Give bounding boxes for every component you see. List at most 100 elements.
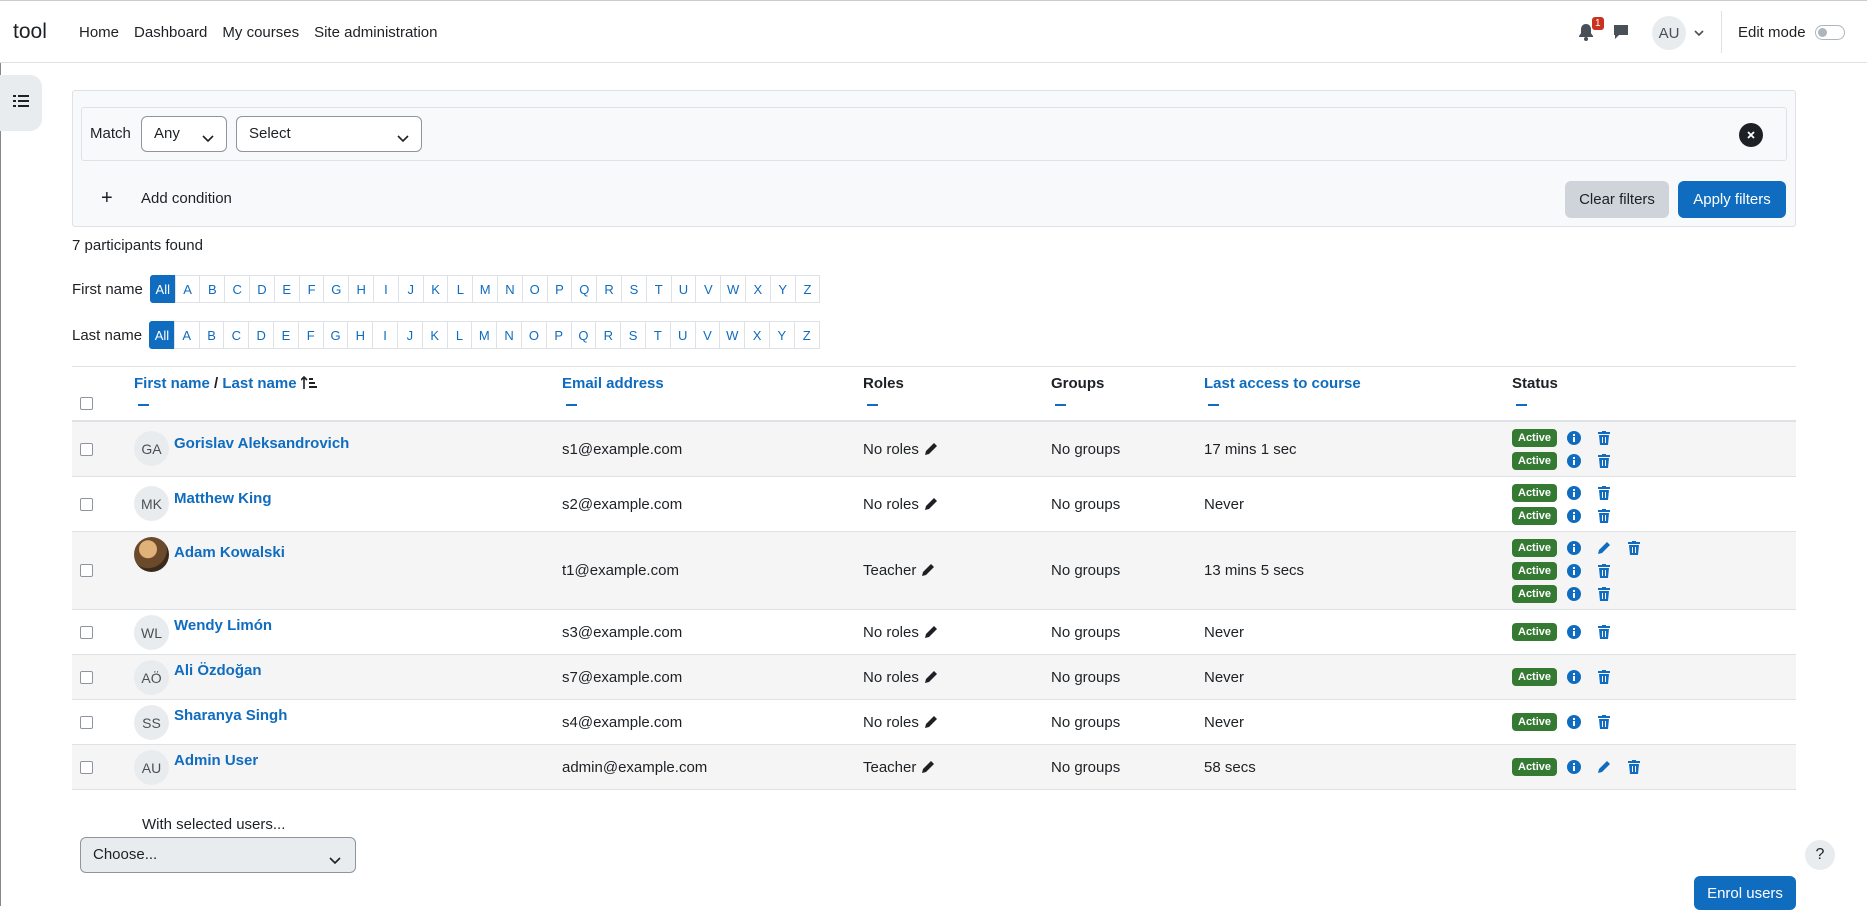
edit-roles-pencil-icon[interactable] [921,760,935,774]
last-name-initial-p[interactable]: P [545,321,572,349]
user-name-link[interactable]: Ali Özdoğan [174,662,262,679]
match-select[interactable]: Any [141,116,227,152]
unenrol-trash-icon[interactable] [1597,586,1611,601]
sort-first-name-link[interactable]: First name [134,375,210,392]
unenrol-trash-icon[interactable] [1597,508,1611,523]
row-select-checkbox[interactable] [80,442,93,456]
info-icon[interactable] [1567,508,1582,523]
first-name-initial-all[interactable]: All [149,275,176,303]
nav-site-administration[interactable]: Site administration [314,24,437,41]
first-name-initial-p[interactable]: P [546,275,573,303]
last-name-initial-k[interactable]: K [421,321,448,349]
help-button[interactable]: ? [1805,840,1835,870]
first-name-initial-z[interactable]: Z [794,275,821,303]
row-select-checkbox[interactable] [80,564,93,577]
chevron-down-icon[interactable] [1693,26,1705,38]
last-name-initial-f[interactable]: F [297,321,324,349]
edit-roles-pencil-icon[interactable] [924,442,938,456]
first-name-initial-y[interactable]: Y [769,275,796,303]
unenrol-trash-icon[interactable] [1597,670,1611,684]
first-name-initial-c[interactable]: C [224,275,251,303]
last-name-initial-x[interactable]: X [744,321,770,349]
course-index-toggle[interactable] [0,75,42,131]
unenrol-trash-icon[interactable] [1597,715,1611,729]
last-name-initial-all[interactable]: All [149,321,175,349]
first-name-initial-l[interactable]: L [447,275,474,303]
last-name-initial-d[interactable]: D [248,321,275,349]
user-name-link[interactable]: Sharanya Singh [174,707,287,724]
last-name-initial-i[interactable]: I [372,321,399,349]
last-name-initial-m[interactable]: M [471,321,498,349]
last-name-initial-o[interactable]: O [521,321,547,349]
unenrol-trash-icon[interactable] [1597,625,1611,639]
last-name-initial-q[interactable]: Q [570,321,597,349]
user-name-link[interactable]: Adam Kowalski [174,544,285,561]
row-select-checkbox[interactable] [80,625,93,639]
user-name-link[interactable]: Admin User [174,752,258,769]
user-name-link[interactable]: Matthew King [174,490,272,507]
info-icon[interactable] [1567,563,1582,578]
last-name-initial-g[interactable]: G [322,321,349,349]
last-name-initial-z[interactable]: Z [793,321,820,349]
unenrol-trash-icon[interactable] [1627,540,1641,555]
bulk-action-select[interactable]: Choose... [80,837,356,873]
first-name-initial-d[interactable]: D [249,275,275,303]
collapse-roles-column-icon[interactable] [867,404,878,406]
collapse-name-column-icon[interactable] [138,404,149,406]
first-name-initial-e[interactable]: E [273,275,300,303]
info-icon[interactable] [1567,540,1582,555]
info-icon[interactable] [1567,430,1582,445]
edit-enrolment-pencil-icon[interactable] [1597,760,1611,774]
first-name-initial-a[interactable]: A [174,275,201,303]
last-name-initial-s[interactable]: S [620,321,646,349]
info-icon[interactable] [1567,715,1582,729]
last-name-initial-u[interactable]: U [669,321,696,349]
unenrol-trash-icon[interactable] [1597,430,1611,445]
first-name-initial-q[interactable]: Q [571,275,598,303]
last-name-initial-b[interactable]: B [198,321,225,349]
plus-icon[interactable]: + [101,187,113,210]
info-icon[interactable] [1567,625,1582,639]
collapse-groups-column-icon[interactable] [1055,404,1066,406]
user-menu-avatar[interactable]: AU [1652,16,1686,50]
last-name-initial-l[interactable]: L [446,321,473,349]
edit-roles-pencil-icon[interactable] [921,563,935,577]
row-select-checkbox[interactable] [80,760,93,774]
first-name-initial-j[interactable]: J [397,275,424,303]
edit-roles-pencil-icon[interactable] [924,670,938,684]
unenrol-trash-icon[interactable] [1627,760,1641,774]
user-name-link[interactable]: Wendy Limón [174,617,272,634]
last-access-column-header[interactable]: Last access to course [1204,375,1361,392]
edit-enrolment-pencil-icon[interactable] [1597,541,1611,555]
row-select-checkbox[interactable] [80,497,93,511]
unenrol-trash-icon[interactable] [1597,563,1611,578]
site-brand[interactable]: tool [13,20,47,44]
last-name-initial-a[interactable]: A [173,321,200,349]
first-name-initial-f[interactable]: F [298,275,325,303]
edit-roles-pencil-icon[interactable] [924,715,938,729]
add-condition-button[interactable]: Add condition [141,190,232,207]
last-name-initial-r[interactable]: R [595,321,622,349]
first-name-initial-m[interactable]: M [472,275,499,303]
filter-type-select[interactable]: Select [236,116,422,152]
edit-roles-pencil-icon[interactable] [924,497,938,511]
info-icon[interactable] [1567,453,1582,468]
last-name-initial-w[interactable]: W [719,321,746,349]
first-name-initial-h[interactable]: H [348,275,375,303]
first-name-initial-v[interactable]: V [695,275,722,303]
first-name-initial-g[interactable]: G [323,275,350,303]
unenrol-trash-icon[interactable] [1597,485,1611,500]
info-icon[interactable] [1567,670,1582,684]
last-name-initial-h[interactable]: H [347,321,374,349]
edit-mode-toggle[interactable] [1815,25,1845,40]
first-name-initial-b[interactable]: B [199,275,226,303]
last-name-initial-v[interactable]: V [694,321,721,349]
first-name-initial-u[interactable]: U [670,275,697,303]
first-name-initial-i[interactable]: I [373,275,399,303]
info-icon[interactable] [1567,586,1582,601]
first-name-initial-t[interactable]: T [645,275,672,303]
sort-last-name-link[interactable]: Last name [222,375,296,392]
info-icon[interactable] [1567,760,1582,774]
unenrol-trash-icon[interactable] [1597,453,1611,468]
edit-roles-pencil-icon[interactable] [924,625,938,639]
